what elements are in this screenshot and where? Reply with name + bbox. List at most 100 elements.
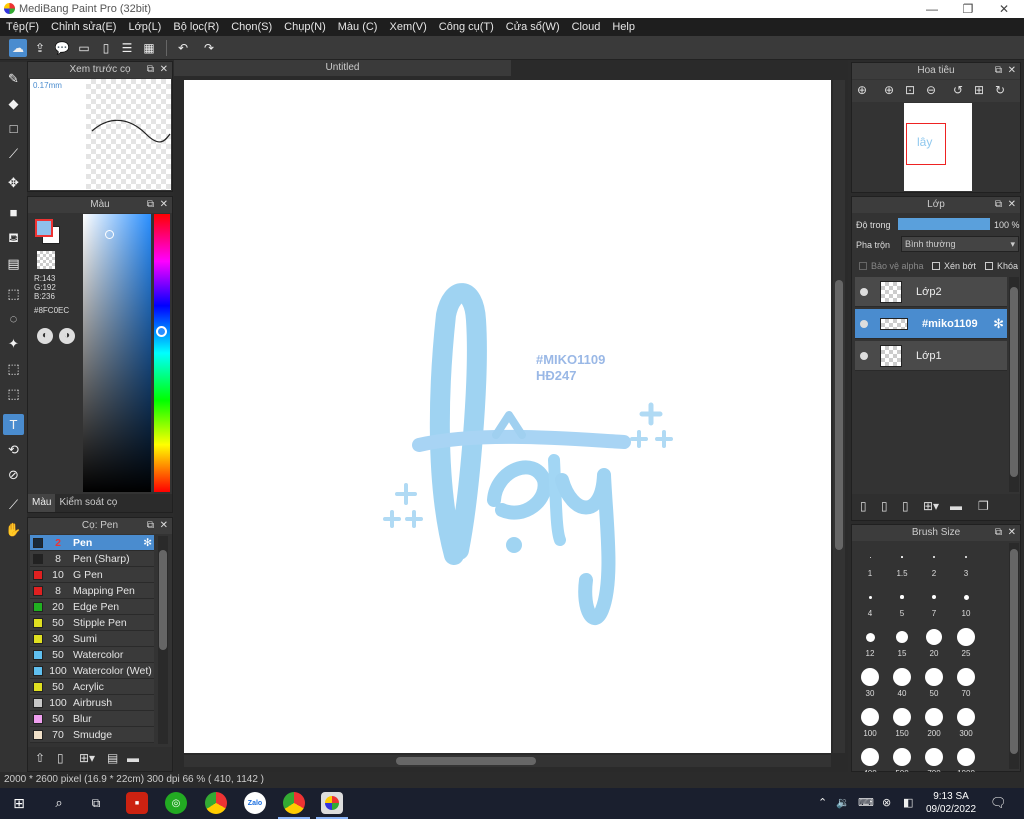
close-panel-icon[interactable]: ✕ (1008, 197, 1016, 213)
brush-size-option[interactable]: 25 (950, 625, 982, 663)
close-panel-icon[interactable]: ✕ (1008, 63, 1016, 79)
speech-icon[interactable]: ▭ (75, 39, 93, 57)
brush-size-option[interactable]: 12 (854, 625, 886, 663)
search-icon[interactable]: ⌕ (48, 792, 70, 814)
menu-item[interactable]: Cửa sổ(W) (500, 21, 566, 33)
document-tab[interactable]: Untitled (174, 60, 511, 76)
popout-icon[interactable]: ⧉ (995, 63, 1002, 79)
brush-item[interactable]: 10 G Pen (30, 567, 154, 583)
brush-size-option[interactable]: 300 (950, 705, 982, 743)
menu-item[interactable]: Chọn(S) (225, 21, 278, 33)
minimize-icon[interactable]: — (914, 0, 950, 18)
folder-icon[interactable]: ▬ (950, 499, 962, 513)
page-icon[interactable]: ▯ (97, 39, 115, 57)
brush-item[interactable]: 50 Blur (30, 711, 154, 727)
new-layer-icon[interactable]: ▯ (860, 499, 867, 513)
rectangle-tool-icon[interactable]: □ (3, 118, 24, 139)
close-panel-icon[interactable]: ✕ (160, 62, 168, 78)
brush-item[interactable]: 20 Edge Pen (30, 599, 154, 615)
select-pen-icon[interactable]: ⬚ (3, 358, 24, 379)
brush-item[interactable]: 100 Watercolor (Wet) (30, 663, 154, 679)
layer-list-scrollbar[interactable] (1009, 277, 1019, 492)
undo-icon[interactable]: ↶ (174, 39, 192, 57)
scrollbar-thumb[interactable] (1010, 549, 1018, 754)
brush-item[interactable]: 50 Watercolor (30, 647, 154, 663)
layer-row[interactable]: Lớp1 (855, 341, 1007, 371)
brush-size-option[interactable]: 7 (918, 585, 950, 623)
add-layer-menu-icon[interactable]: ⊞▾ (923, 499, 939, 513)
navigator-thumbnail[interactable]: lây (904, 103, 972, 191)
brush-size-option[interactable]: 1 (854, 545, 886, 583)
brush-item[interactable]: 30 Sumi (30, 631, 154, 647)
close-icon[interactable]: ✕ (986, 0, 1022, 18)
brush-size-option[interactable]: 150 (886, 705, 918, 743)
menu-item[interactable]: Chụp(N) (278, 21, 332, 33)
actual-size-icon[interactable]: ⊞ (974, 83, 984, 97)
canvas-horizontal-scrollbar[interactable] (184, 755, 831, 767)
brush-size-option[interactable]: 3 (950, 545, 982, 583)
hue-slider[interactable] (154, 214, 170, 492)
brush-list-scrollbar[interactable] (158, 536, 168, 744)
color-picker-handle[interactable] (105, 230, 114, 239)
comment-icon[interactable]: 💬 (53, 39, 71, 57)
gradient-tool-icon[interactable]: ▤ (3, 253, 24, 274)
palette-icon[interactable]: ◐ (37, 328, 53, 344)
brush-size-option[interactable]: 15 (886, 625, 918, 663)
select-rect-tool-icon[interactable]: ⬚ (3, 283, 24, 304)
volume-icon[interactable]: 🔉 (836, 796, 850, 809)
tab-brush-control[interactable]: Kiểm soát cọ (55, 494, 121, 512)
zalo-icon[interactable]: Zalo (244, 792, 266, 814)
popout-icon[interactable]: ⧉ (995, 525, 1002, 541)
app-icon-paint[interactable]: ■ (126, 792, 148, 814)
menu-item[interactable]: Bộ lọc(R) (167, 21, 225, 33)
brush-item[interactable]: 8 Pen (Sharp) (30, 551, 154, 567)
move-tool-icon[interactable]: ✥ (3, 172, 24, 193)
cloud-icon[interactable]: ☁ (9, 39, 27, 57)
notification-icon[interactable]: 🗨 (990, 795, 1007, 811)
brush-tool-icon[interactable]: ✎ (3, 68, 24, 89)
clock[interactable]: 9:13 SA 09/02/2022 (926, 790, 976, 816)
opacity-slider[interactable] (898, 218, 990, 230)
chrome-icon[interactable] (283, 792, 305, 814)
brush-item[interactable]: 2 Pen ✻ (30, 535, 154, 551)
menu-item[interactable]: Lớp(L) (122, 21, 167, 33)
zoom-out-icon[interactable]: ⊖ (926, 83, 936, 97)
brush-size-option[interactable]: 100 (854, 705, 886, 743)
menu-item[interactable]: Help (606, 21, 641, 33)
layer-row[interactable]: #miko1109 ✻ (855, 309, 1007, 339)
brush-size-option[interactable]: 30 (854, 665, 886, 703)
windows-start-icon[interactable]: ⊞ (8, 792, 30, 814)
brush-size-option[interactable]: 20 (918, 625, 950, 663)
select-eraser-icon[interactable]: ⬚ (3, 383, 24, 404)
brush-size-option[interactable]: 70 (950, 665, 982, 703)
text-tool-icon[interactable]: T (3, 414, 24, 435)
restore-icon[interactable]: ❐ (950, 0, 986, 18)
brush-size-option[interactable]: 40 (886, 665, 918, 703)
add-brush-icon[interactable]: ⊞▾ (79, 751, 95, 765)
tray-chevron-icon[interactable]: ⌃ (818, 796, 827, 809)
task-view-icon[interactable]: ⧉ (85, 792, 107, 814)
palette-edit-icon[interactable]: ◑ (59, 328, 75, 344)
brush-size-option[interactable]: 1.5 (886, 545, 918, 583)
drawing-canvas[interactable]: #MIKO1109 HĐ247 (184, 80, 831, 753)
popout-icon[interactable]: ⧉ (147, 197, 154, 213)
fill-rect-tool-icon[interactable]: ■ (3, 202, 24, 223)
network-off-icon[interactable]: ⊗ (882, 796, 891, 809)
hue-slider-handle[interactable] (156, 326, 167, 337)
brush-item[interactable]: 8 Mapping Pen (30, 583, 154, 599)
zoom-in-icon[interactable]: ⊕ (884, 83, 894, 97)
scrollbar-thumb[interactable] (1010, 287, 1018, 477)
lasso-tool-icon[interactable]: ◌ (3, 308, 24, 329)
blend-mode-select[interactable]: Bình thường ▾ (901, 236, 1019, 252)
menu-item[interactable]: Chỉnh sửa(E) (45, 21, 122, 33)
brush-size-option[interactable]: 5 (886, 585, 918, 623)
rotate-right-icon[interactable]: ↻ (995, 83, 1005, 97)
dropper-tool-icon[interactable]: ⟋ (3, 494, 24, 515)
hand-tool-icon[interactable]: ✋ (3, 519, 24, 540)
brush-size-scrollbar[interactable] (1009, 543, 1019, 769)
transparent-swatch[interactable] (37, 251, 55, 269)
saturation-value-picker[interactable] (83, 214, 151, 492)
tab-color[interactable]: Màu (28, 494, 56, 512)
popout-icon[interactable]: ⧉ (147, 62, 154, 78)
menu-item[interactable]: Màu (C) (332, 21, 384, 33)
